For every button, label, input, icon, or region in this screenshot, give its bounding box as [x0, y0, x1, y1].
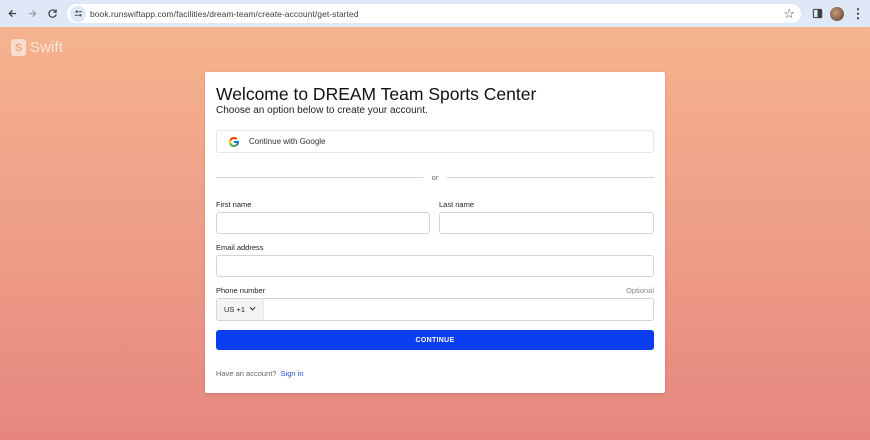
- page-background: S Swift Welcome to DREAM Team Sports Cen…: [0, 27, 870, 440]
- first-name-field[interactable]: [216, 212, 430, 234]
- url-text: book.runswiftapp.com/facilities/dream-te…: [90, 8, 359, 19]
- profile-avatar[interactable]: [830, 6, 844, 21]
- brand[interactable]: S Swift: [11, 39, 63, 56]
- last-name-field[interactable]: [439, 212, 654, 234]
- country-code-select[interactable]: US +1: [217, 299, 264, 320]
- first-name-label: First name: [216, 200, 252, 209]
- swift-logo-icon: S: [11, 39, 26, 56]
- last-name-label: Last name: [439, 200, 475, 209]
- phone-field-group: US +1: [216, 298, 654, 321]
- sign-in-link[interactable]: Sign in: [281, 369, 304, 378]
- email-label: Email address: [216, 243, 264, 252]
- browser-toolbar: book.runswiftapp.com/facilities/dream-te…: [0, 0, 870, 27]
- google-icon: [229, 136, 239, 147]
- divider-line-right: [447, 177, 654, 178]
- phone-optional-hint: Optional: [626, 286, 654, 295]
- create-account-card: Welcome to DREAM Team Sports Center Choo…: [205, 72, 665, 393]
- country-code-value: US +1: [223, 305, 246, 314]
- site-settings-icon[interactable]: [70, 5, 86, 22]
- menu-dots-icon[interactable]: ⋮: [850, 5, 866, 23]
- chevron-down-icon: [249, 306, 256, 313]
- or-divider: or: [216, 172, 654, 183]
- have-account-row: Have an account? Sign in: [216, 369, 304, 378]
- page-subtitle: Choose an option below to create your ac…: [216, 105, 428, 116]
- email-field[interactable]: [216, 255, 654, 277]
- continue-with-google-button[interactable]: Continue with Google: [216, 130, 654, 153]
- phone-number-field[interactable]: [264, 299, 653, 320]
- back-arrow-icon[interactable]: [2, 4, 22, 24]
- phone-label: Phone number: [216, 286, 266, 295]
- address-bar[interactable]: book.runswiftapp.com/facilities/dream-te…: [67, 4, 801, 23]
- bookmark-star-icon[interactable]: ☆: [783, 6, 795, 21]
- forward-arrow-icon[interactable]: [22, 4, 42, 24]
- reload-icon[interactable]: [42, 4, 62, 24]
- continue-button[interactable]: CONTINUE: [216, 330, 654, 350]
- brand-name: Swift: [30, 39, 64, 56]
- page-title: Welcome to DREAM Team Sports Center: [216, 84, 537, 104]
- google-button-label: Continue with Google: [249, 137, 326, 146]
- have-account-text: Have an account?: [216, 369, 277, 378]
- side-panel-icon[interactable]: [808, 5, 826, 23]
